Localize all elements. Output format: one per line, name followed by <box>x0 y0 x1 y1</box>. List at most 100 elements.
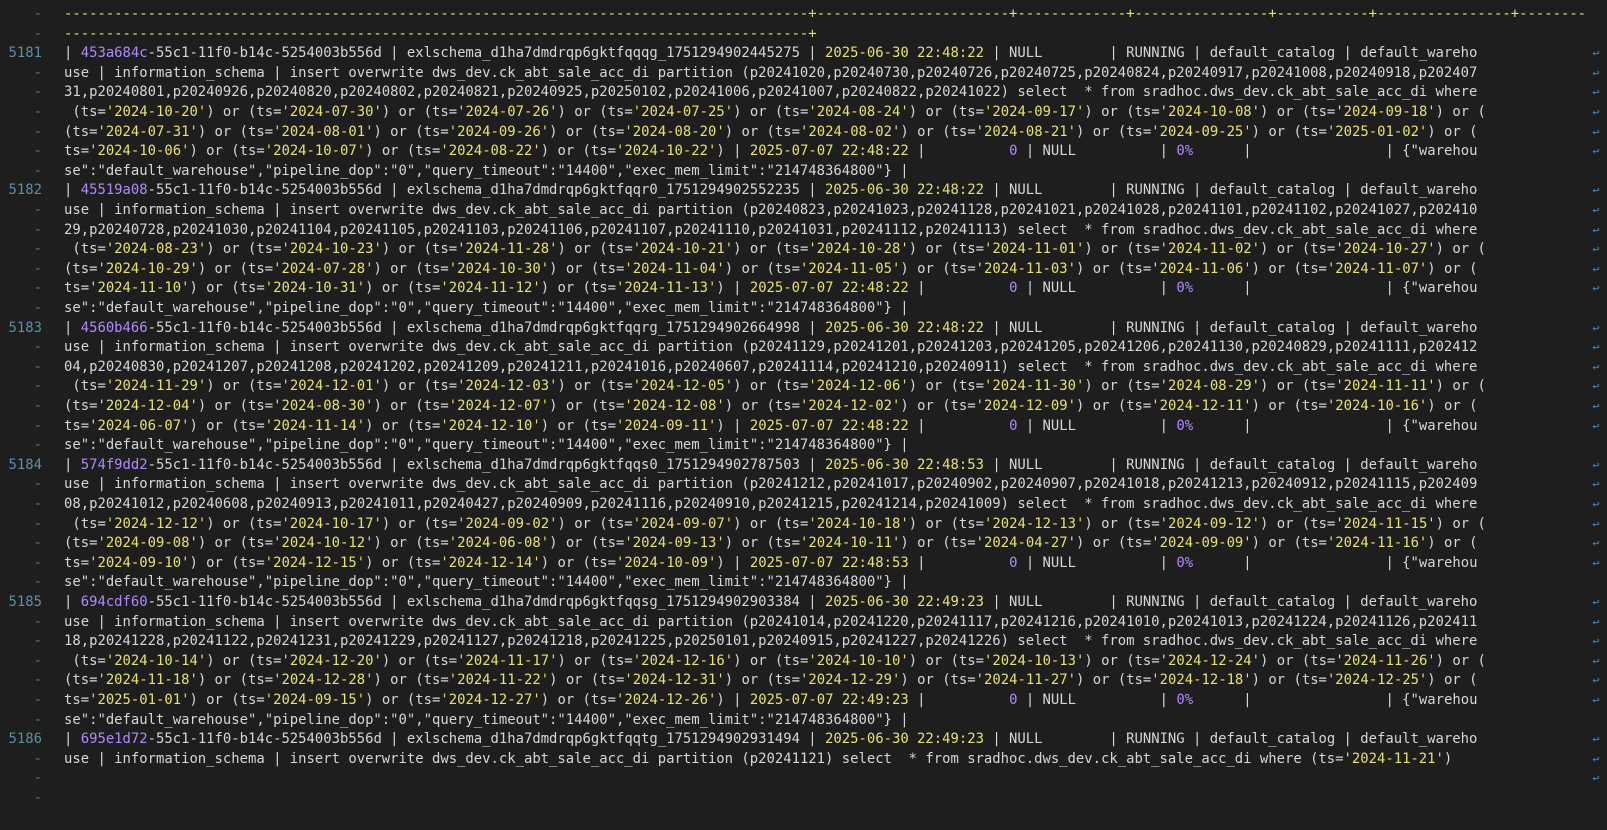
line-number: 5183 <box>8 319 42 336</box>
token-code: ) or (ts= <box>1076 672 1152 689</box>
token-str: '2024-09-26' <box>448 123 550 140</box>
token-str: '2024-10-22' <box>616 143 717 160</box>
token-code: ) or ( <box>1427 672 1478 689</box>
line-continuation-marker: - <box>33 241 42 258</box>
token-code: ) or (ts= <box>1076 398 1152 414</box>
terminal-line: - (ts='2024-10-20') or (ts='2024-07-30')… <box>0 102 1607 122</box>
token-sep: ----------------------------------------… <box>64 25 817 42</box>
token-str: '2024-10-10' <box>808 652 909 669</box>
token-str: '2024-11-17' <box>457 652 558 669</box>
token-code: ) or (ts= <box>540 417 617 434</box>
token-code: ) or (ts= <box>549 672 625 689</box>
token-date: 2025-07-07 22:48:53 <box>749 554 909 571</box>
line-wrap-icon: ↩ <box>1592 124 1600 139</box>
token-str: '2024-11-28' <box>457 241 558 258</box>
line-continuation-marker: - <box>33 123 42 140</box>
line-wrap-icon: ↩ <box>1592 222 1600 237</box>
line-continuation-marker: - <box>33 64 42 81</box>
line-content: (ts='2024-11-29') or (ts='2024-12-01') o… <box>64 376 1587 396</box>
line-continuation-marker: - <box>33 476 42 493</box>
token-code: -55c1-11f0-b14c-5254003b556d | exlschema… <box>147 594 826 610</box>
line-wrap-icon: ↩ <box>1592 477 1600 492</box>
token-date: 2025-07-07 22:48:22 <box>749 143 909 160</box>
line-continuation-marker: - <box>33 672 42 689</box>
terminal-line: - (ts='2024-11-18') or (ts='2024-12-28') … <box>0 670 1607 690</box>
terminal-line: - use | information_schema | insert overw… <box>0 749 1607 769</box>
line-content: 08,p20241012,p20240608,p20240913,p202410… <box>64 494 1587 514</box>
token-code: ) or (ts= <box>381 378 458 395</box>
line-content: ts='2025-01-01') or (ts='2024-09-15') or… <box>64 690 1587 710</box>
token-str: '2024-12-18' <box>1151 672 1252 689</box>
token-str: '2024-11-27' <box>975 672 1077 689</box>
line-content: se":"default_warehouse","pipeline_dop":"… <box>64 161 1587 181</box>
token-code: ) or (ts= <box>373 123 449 140</box>
token-code: ) or (ts= <box>733 241 809 258</box>
token-str: '2024-10-28' <box>808 241 909 258</box>
token-str: '2024-10-17' <box>281 515 382 532</box>
token-str: '2024-11-06' <box>1151 260 1252 277</box>
token-id: 695e1d72 <box>80 731 148 748</box>
terminal-line: - (ts='2024-11-29') or (ts='2024-12-01')… <box>0 376 1607 396</box>
line-content: (ts='2024-09-08') or (ts='2024-10-12') o… <box>64 533 1587 553</box>
token-code: ) or (ts= <box>1251 123 1327 140</box>
token-code: ) or (ts= <box>197 260 274 277</box>
token-code: ) or (ts= <box>373 672 449 689</box>
line-wrap-icon: ↩ <box>1592 497 1600 511</box>
terminal-output: - ---------------------------------------… <box>0 0 1607 830</box>
token-str: '2024-09-11' <box>616 417 717 434</box>
token-str: '2024-08-30' <box>273 398 374 414</box>
token-str: '2024-09-07' <box>632 515 734 532</box>
line-wrap-icon: ↩ <box>1592 105 1600 119</box>
line-continuation-marker: - <box>33 339 42 356</box>
line-content: | 453a684c-55c1-11f0-b14c-5254003b556d |… <box>64 43 1587 63</box>
token-code: ) or ( <box>1427 535 1478 552</box>
token-code: ) or (ts= <box>1084 104 1160 120</box>
token-code: ) or (ts= <box>1084 515 1160 532</box>
token-code: use | information_schema | insert overwr… <box>64 64 1478 81</box>
terminal-line: - use | information_schema | insert overw… <box>0 474 1607 494</box>
token-code: | <box>64 456 81 473</box>
token-code: ) or (ts= <box>1260 104 1336 120</box>
line-wrap-icon: ↩ <box>1592 516 1600 531</box>
token-code: (ts= <box>64 241 106 258</box>
token-code: ) or (ts= <box>900 123 976 140</box>
token-str: '2024-12-10' <box>440 417 541 434</box>
line-number: 5181 <box>8 45 42 62</box>
line-content: (ts='2024-07-31') or (ts='2024-08-01') o… <box>64 122 1587 142</box>
token-str: '2024-12-12' <box>105 515 207 532</box>
token-str: '2024-11-16' <box>1326 535 1428 552</box>
token-code: ) or (ts= <box>365 692 441 708</box>
token-code: ) <box>1443 750 1453 767</box>
line-continuation-marker: - <box>33 554 42 571</box>
token-str: '2024-12-27' <box>440 692 541 708</box>
line-wrap-icon: ↩ <box>1592 614 1600 629</box>
token-code: -55c1-11f0-b14c-5254003b556d | exlschema… <box>147 45 826 62</box>
terminal-line: - (ts='2024-09-08') or (ts='2024-10-12') … <box>0 533 1607 553</box>
token-code: ) or (ts= <box>1251 672 1327 689</box>
token-str: '2024-10-11' <box>800 535 901 552</box>
token-code: | | {"warehou <box>1193 417 1478 434</box>
token-code: ) or (ts= <box>724 123 801 140</box>
token-code: ) or (ts= <box>206 104 282 120</box>
token-code: | <box>64 319 81 336</box>
token-str: '2024-08-22' <box>440 143 541 160</box>
token-str: '2024-12-09' <box>975 398 1077 414</box>
token-date: 2025-06-30 22:48:22 <box>825 182 984 199</box>
token-code: ts= <box>64 280 90 297</box>
token-str: '2024-11-01' <box>984 241 1085 258</box>
terminal-line: - se":"default_warehouse","pipeline_dop":… <box>0 572 1607 592</box>
token-code: ) or (ts= <box>1260 652 1336 669</box>
token-str: '2024-11-26' <box>1335 652 1436 669</box>
terminal-line: - 18,p20241228,p20241122,p20241231,p20241… <box>0 631 1607 651</box>
token-str: '2024-10-14' <box>105 652 207 669</box>
token-code: ) or (ts= <box>381 515 458 532</box>
token-str: '2024-11-18' <box>97 672 198 689</box>
token-code: (ts= <box>64 515 106 532</box>
token-code: ) or ( <box>1427 260 1478 277</box>
token-code: se":"default_warehouse","pipeline_dop":"… <box>64 437 909 454</box>
line-wrap-icon: ↩ <box>1592 399 1600 413</box>
token-str: '2024-11-14' <box>264 417 366 434</box>
line-content: (ts='2024-10-14') or (ts='2024-12-20') o… <box>64 651 1587 671</box>
line-content: | 574f9dd2-55c1-11f0-b14c-5254003b556d |… <box>64 455 1587 475</box>
token-code: | NULL | RUNNING | default_catalog | def… <box>983 731 1478 748</box>
